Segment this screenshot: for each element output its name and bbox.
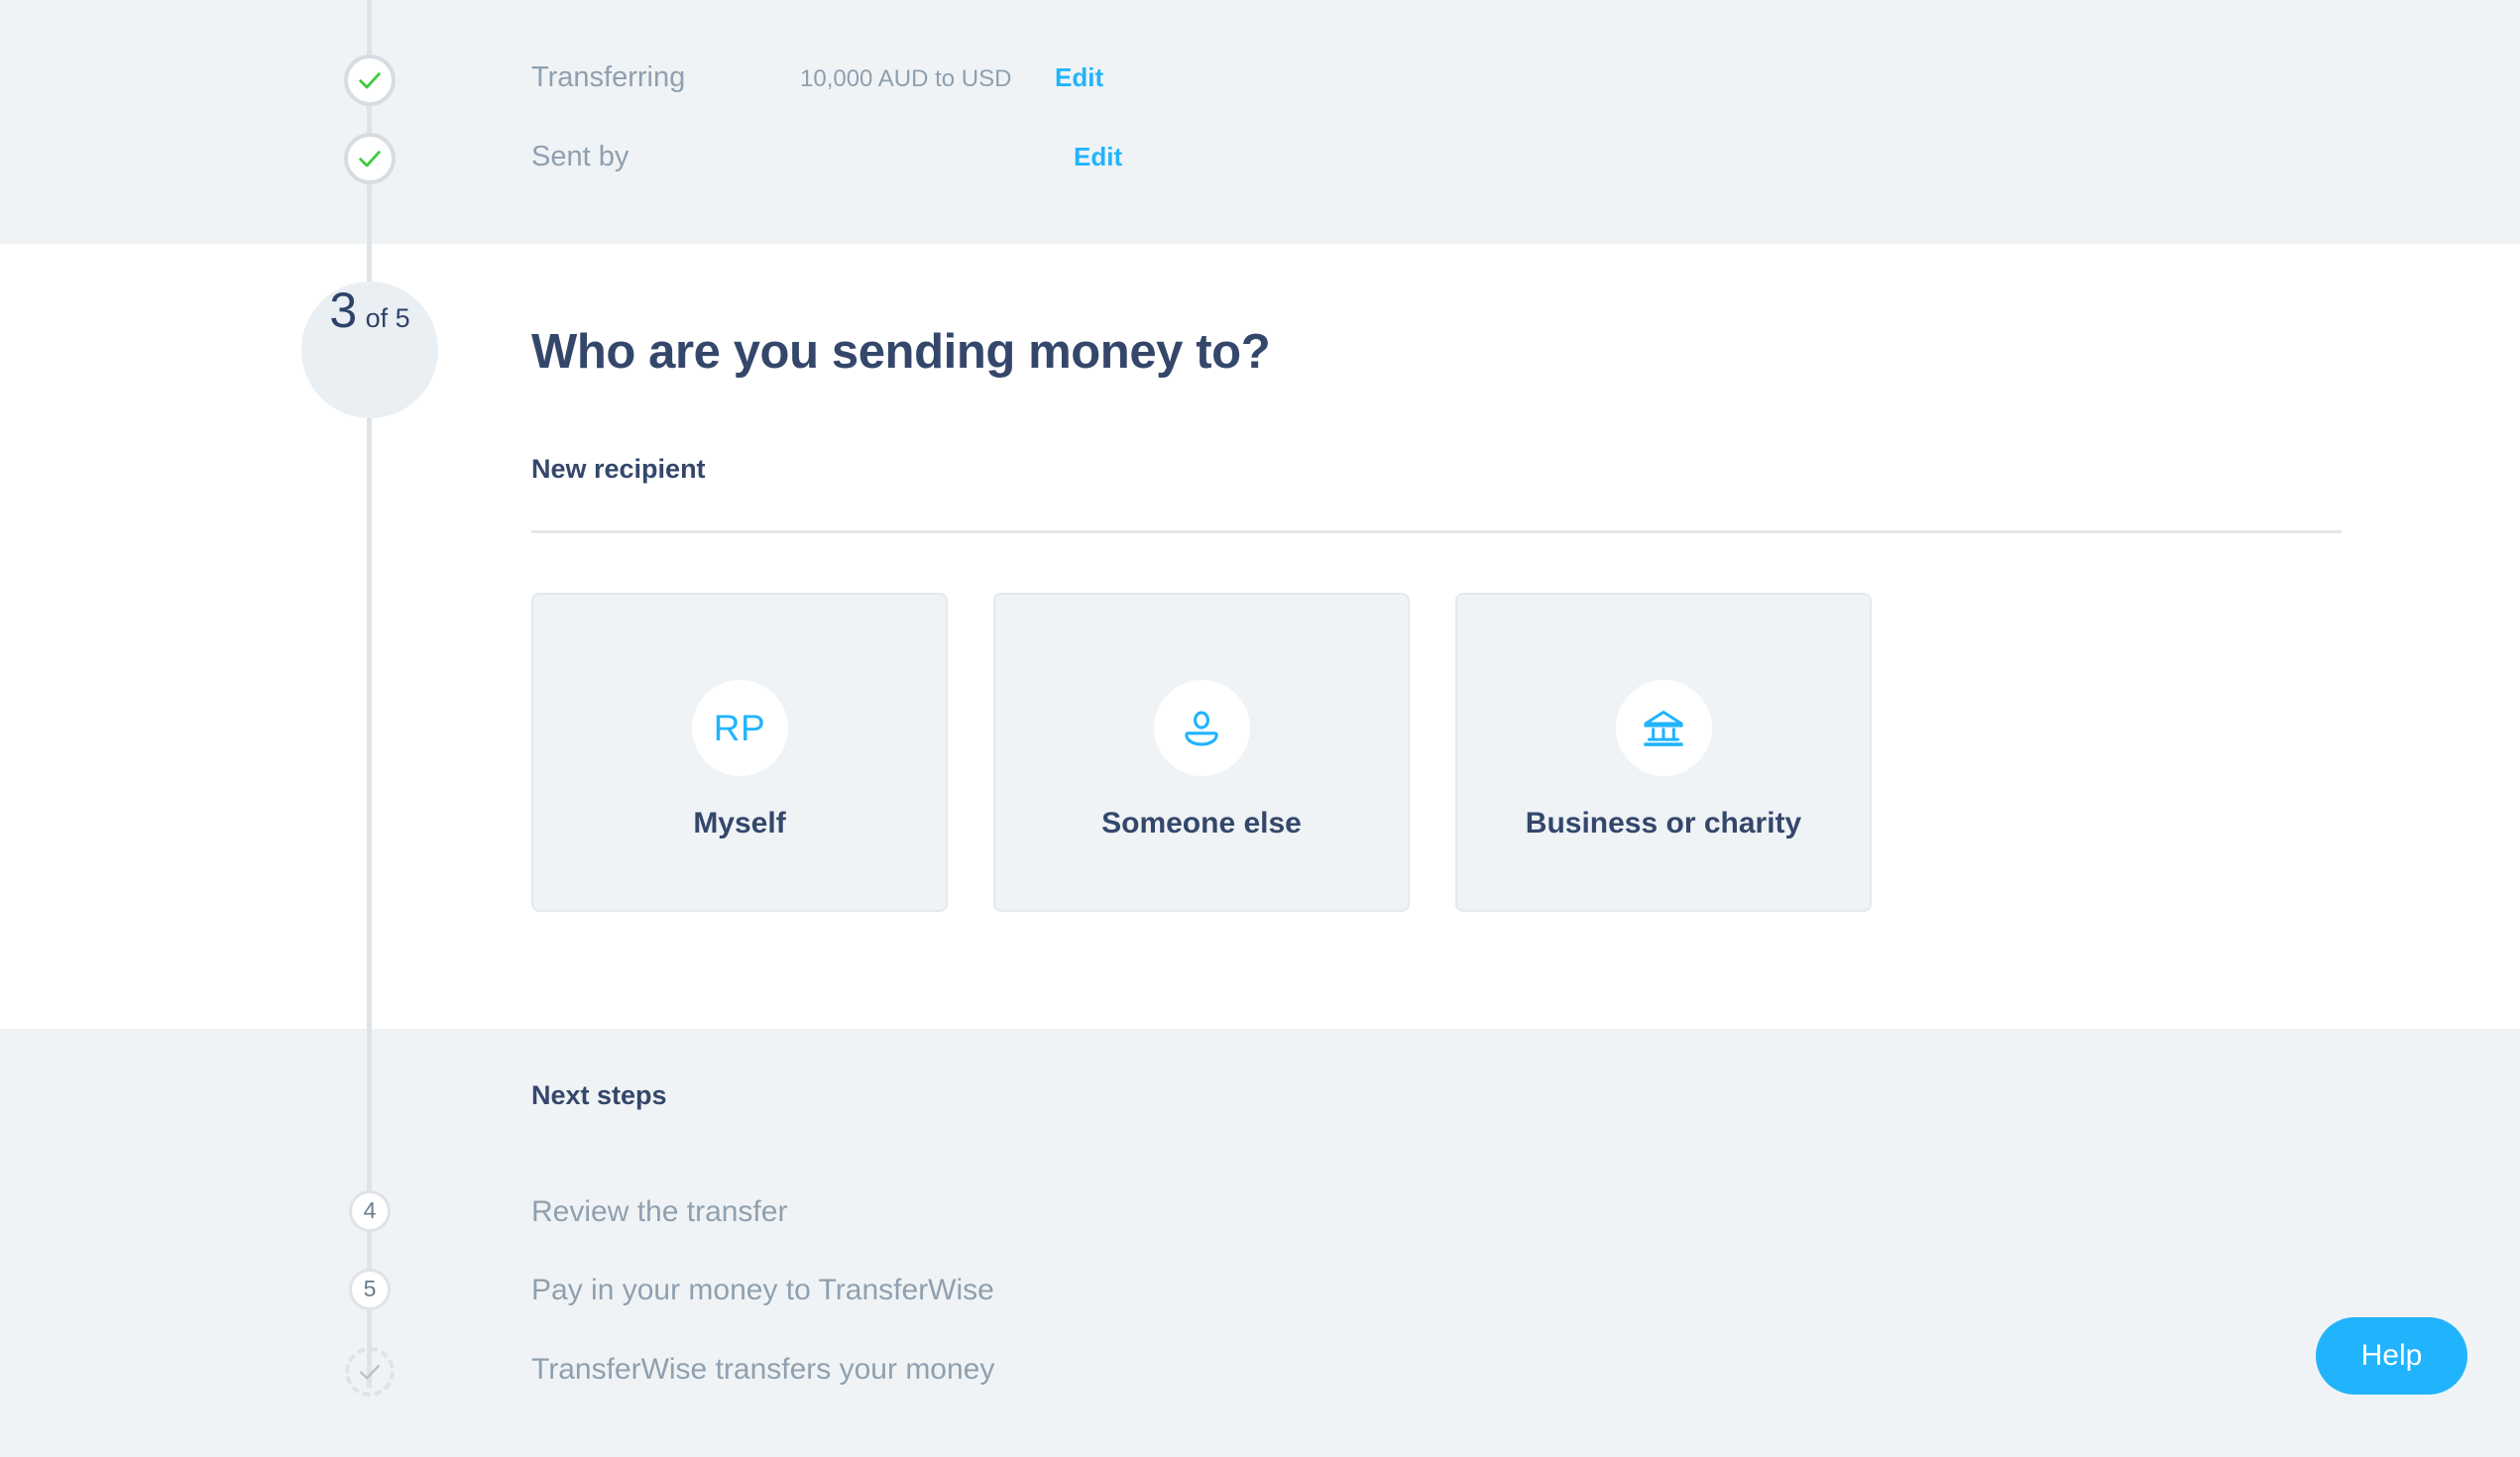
step-bullet-4: 4 (349, 1190, 391, 1232)
edit-transferring-link[interactable]: Edit (1055, 62, 1103, 93)
section-subtitle: New recipient (531, 454, 706, 484)
avatar: RP (691, 680, 788, 776)
check-icon (359, 72, 381, 89)
page-title: Who are you sending money to? (531, 325, 1271, 379)
section-divider (531, 530, 2342, 533)
next-steps-title: Next steps (531, 1080, 667, 1110)
step-bullet-5: 5 (349, 1269, 391, 1310)
current-step-number: 3 (329, 282, 357, 338)
current-step-indicator: 3 of 5 (301, 281, 438, 418)
summary-band (0, 0, 2520, 244)
avatar (1153, 680, 1250, 776)
recipient-options: RP Myself Someone else Business or chari… (531, 593, 1872, 912)
step-bullet-completed-1 (344, 55, 396, 106)
current-step-of: of 5 (365, 303, 410, 333)
recipient-option-label: Someone else (1101, 807, 1302, 840)
next-step-item-review: Review the transfer (531, 1195, 788, 1228)
bank-icon (1644, 710, 1683, 746)
recipient-option-someone-else[interactable]: Someone else (993, 593, 1410, 912)
step-bullet-number: 4 (363, 1197, 377, 1223)
recipient-option-business-or-charity[interactable]: Business or charity (1455, 593, 1872, 912)
timeline-rail (367, 0, 372, 1388)
check-icon (360, 1364, 380, 1380)
recipient-option-myself[interactable]: RP Myself (531, 593, 948, 912)
summary-value: 10,000 AUD to USD (800, 65, 1012, 92)
next-step-item-transfers: TransferWise transfers your money (531, 1353, 995, 1386)
summary-row-sent-by: Sent by Edit (531, 141, 1122, 173)
transfer-wizard-page: 3 of 5 Transferring 10,000 AUD to USD Ed… (0, 0, 2520, 1457)
step-bullet-final (345, 1347, 395, 1397)
avatar (1615, 680, 1712, 776)
edit-sent-by-link[interactable]: Edit (1074, 142, 1122, 172)
recipient-option-label: Myself (693, 807, 786, 840)
avatar-initials-icon: RP (713, 707, 766, 748)
summary-row-transferring: Transferring 10,000 AUD to USD Edit (531, 61, 1103, 94)
person-icon (1185, 710, 1218, 746)
check-icon (359, 151, 381, 168)
step-bullet-number: 5 (363, 1276, 377, 1301)
next-step-item-pay-in: Pay in your money to TransferWise (531, 1274, 994, 1306)
recipient-option-label: Business or charity (1525, 807, 1802, 840)
step-bullet-completed-2 (344, 133, 396, 184)
summary-label: Transferring (531, 61, 686, 93)
help-button[interactable]: Help (2316, 1317, 2467, 1395)
summary-label: Sent by (531, 141, 630, 172)
